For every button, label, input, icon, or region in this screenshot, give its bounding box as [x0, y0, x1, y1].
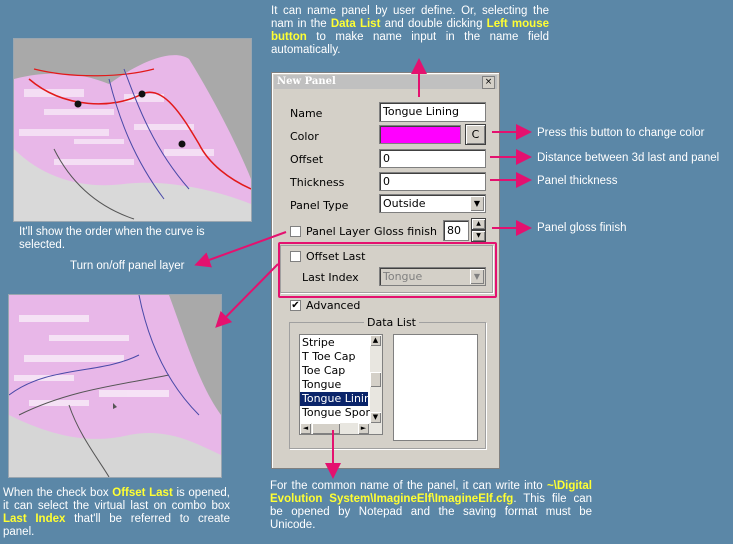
arrow-offset-last	[215, 263, 279, 328]
annotation-arrows	[194, 58, 532, 479]
arrow-panel-layer	[194, 231, 287, 268]
